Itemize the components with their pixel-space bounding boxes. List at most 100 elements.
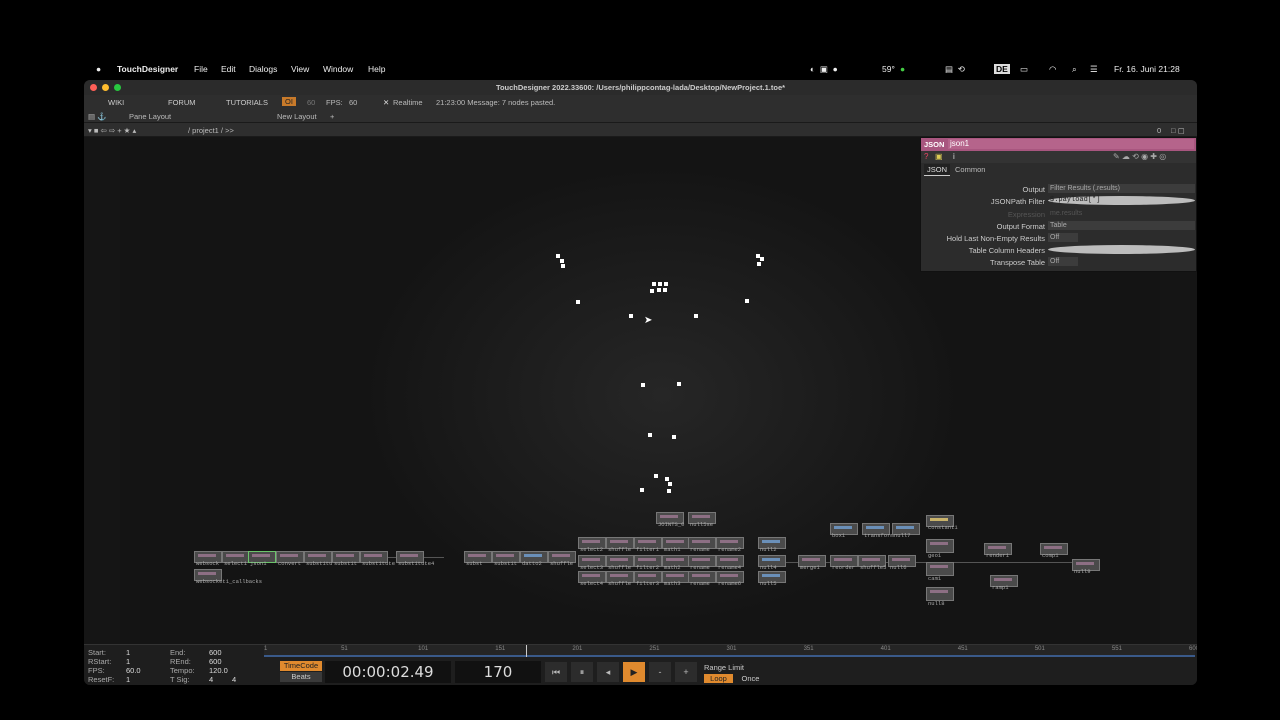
tutorials-button[interactable]: TUTORIALS <box>226 98 268 107</box>
once-button[interactable]: Once <box>736 674 765 683</box>
play-button[interactable]: ▶ <box>623 662 645 682</box>
menubar-clock[interactable]: Fr. 16. Juni 21:28 <box>1114 64 1180 74</box>
menu-view[interactable]: View <box>291 64 309 74</box>
rewind-button[interactable]: ⏮ <box>545 662 567 682</box>
operator-label: constant1 <box>928 524 958 531</box>
end-value[interactable]: 600 <box>209 648 222 657</box>
step-minus-button[interactable]: - <box>649 662 671 682</box>
ruler-tick: 151 <box>495 646 506 652</box>
param-header: JSON json1 <box>921 138 1196 151</box>
operator-null8[interactable] <box>926 587 954 601</box>
transpose-toggle[interactable]: Off <box>1048 257 1078 266</box>
realtime-checkbox[interactable]: ✕ <box>383 98 389 107</box>
fps-value[interactable]: 60.0 <box>126 666 141 675</box>
operator-label: null9 <box>1074 568 1091 575</box>
wiki-button[interactable]: WIKI <box>108 98 124 107</box>
pane-layout-button[interactable]: Pane Layout <box>129 112 171 121</box>
output-dropdown[interactable]: Filter Results (.results) <box>1048 184 1195 193</box>
help-icon[interactable]: ? <box>924 152 928 161</box>
pose-point <box>556 254 560 258</box>
operator-label: math2 <box>664 564 681 571</box>
menu-edit[interactable]: Edit <box>221 64 236 74</box>
pose-point <box>650 289 654 293</box>
tab-common[interactable]: Common <box>955 165 985 174</box>
pose-point <box>561 264 565 268</box>
status-icons[interactable]: ◐ ▣ ● <box>810 64 838 75</box>
pose-point <box>648 433 652 437</box>
operator-label: null8 <box>928 600 945 607</box>
pane-split-icons[interactable]: □ ▢ <box>1171 126 1185 135</box>
jsonpath-filter-field[interactable]: $.payload[*] <box>1048 196 1195 205</box>
ruler-tick: 251 <box>649 646 660 652</box>
loop-button[interactable]: Loop <box>704 674 733 683</box>
operator-label: null5 <box>760 580 777 587</box>
new-layout-button[interactable]: New Layout <box>277 112 317 121</box>
pose-point <box>657 288 661 292</box>
frame-display[interactable]: 170 <box>455 661 541 683</box>
menu-help[interactable]: Help <box>368 64 385 74</box>
add-layout-icon[interactable]: + <box>330 112 334 121</box>
timecode-toggle[interactable]: TimeCode <box>280 661 322 671</box>
op-name-field[interactable]: json1 <box>948 139 1194 149</box>
menu-app-name[interactable]: TouchDesigner <box>117 64 178 74</box>
battery-icon[interactable]: ▭ <box>1020 64 1028 75</box>
input-language[interactable]: DE <box>994 64 1010 74</box>
tab-json[interactable]: JSON <box>924 164 951 176</box>
playhead[interactable] <box>526 645 527 657</box>
timecode-display[interactable]: 00:00:02.49 <box>325 661 451 683</box>
step-back-button[interactable]: ◂ <box>597 662 619 682</box>
operator-label: null2 <box>760 546 777 553</box>
operator-label: substit <box>494 560 518 567</box>
control-center-icon[interactable]: ☰ <box>1090 64 1098 75</box>
info-icon[interactable]: i <box>953 152 955 161</box>
apple-icon[interactable]: ● <box>96 64 101 74</box>
param-tool-icons[interactable]: ✎ ☁ ⟲ ◉ ✚ ◎ <box>1113 152 1166 161</box>
menu-dialogs[interactable]: Dialogs <box>249 64 277 74</box>
operator-label: shuffle <box>608 546 632 553</box>
rend-value[interactable]: 600 <box>209 657 222 666</box>
tsig-b[interactable]: 4 <box>232 675 236 684</box>
message-text: 21:23:00 Message: 7 nodes pasted. <box>436 98 556 107</box>
wifi-icon[interactable]: ◠ <box>1049 64 1056 75</box>
operator-label: shuffle <box>608 580 632 587</box>
operator-cam1[interactable] <box>926 562 954 576</box>
menu-file[interactable]: File <box>194 64 208 74</box>
resetf-value[interactable]: 1 <box>126 675 130 684</box>
pose-point <box>663 288 667 292</box>
operator-geo1[interactable] <box>926 539 954 553</box>
pane-menu-icon[interactable]: ▾ ■ ⇦ ⇨ + ★ ▴ <box>88 126 136 135</box>
operator-label: filter2 <box>636 564 660 571</box>
start-value[interactable]: 1 <box>126 648 130 657</box>
oi-indicator[interactable]: OI <box>282 97 296 106</box>
operator-label: reorder <box>832 564 856 571</box>
forum-button[interactable]: FORUM <box>168 98 196 107</box>
operator-label: merge1 <box>800 564 820 571</box>
realtime-label[interactable]: Realtime <box>393 98 423 107</box>
menu-window[interactable]: Window <box>323 64 353 74</box>
column-headers-field[interactable] <box>1048 245 1195 254</box>
search-icon[interactable]: ⌕ <box>1072 64 1077 75</box>
operator-label: math3 <box>664 580 681 587</box>
tray-icons[interactable]: ▤ ⟲ <box>945 64 965 75</box>
ruler-tick: 51 <box>341 646 348 652</box>
tsig-a[interactable]: 4 <box>209 675 213 684</box>
end-label: End: <box>170 648 186 657</box>
ruler-tick: 451 <box>957 646 968 652</box>
pause-button[interactable]: ⏸ <box>571 662 593 682</box>
python-icon[interactable]: ▣ <box>935 152 943 161</box>
pane-icons[interactable]: ▤ ⚓ <box>88 112 107 121</box>
operator-label: null5se <box>690 521 714 528</box>
network-path[interactable]: / project1 / >> <box>188 126 234 135</box>
hold-last-toggle[interactable]: Off <box>1048 233 1078 242</box>
operator-label: comp1 <box>1042 552 1059 559</box>
beats-toggle[interactable]: Beats <box>280 672 322 682</box>
tempo-value[interactable]: 120.0 <box>209 666 228 675</box>
rstart-value[interactable]: 1 <box>126 657 130 666</box>
param-tabs: JSON Common <box>921 164 1196 176</box>
step-plus-button[interactable]: + <box>675 662 697 682</box>
output-format-dropdown[interactable]: Table <box>1048 221 1195 230</box>
operator-label: substitu <box>306 560 333 567</box>
weather-temp[interactable]: 59° <box>882 64 895 74</box>
timeline-ruler[interactable]: 151101151201251301351401451501551600 <box>264 645 1197 657</box>
tempo-label: Tempo: <box>170 666 195 675</box>
